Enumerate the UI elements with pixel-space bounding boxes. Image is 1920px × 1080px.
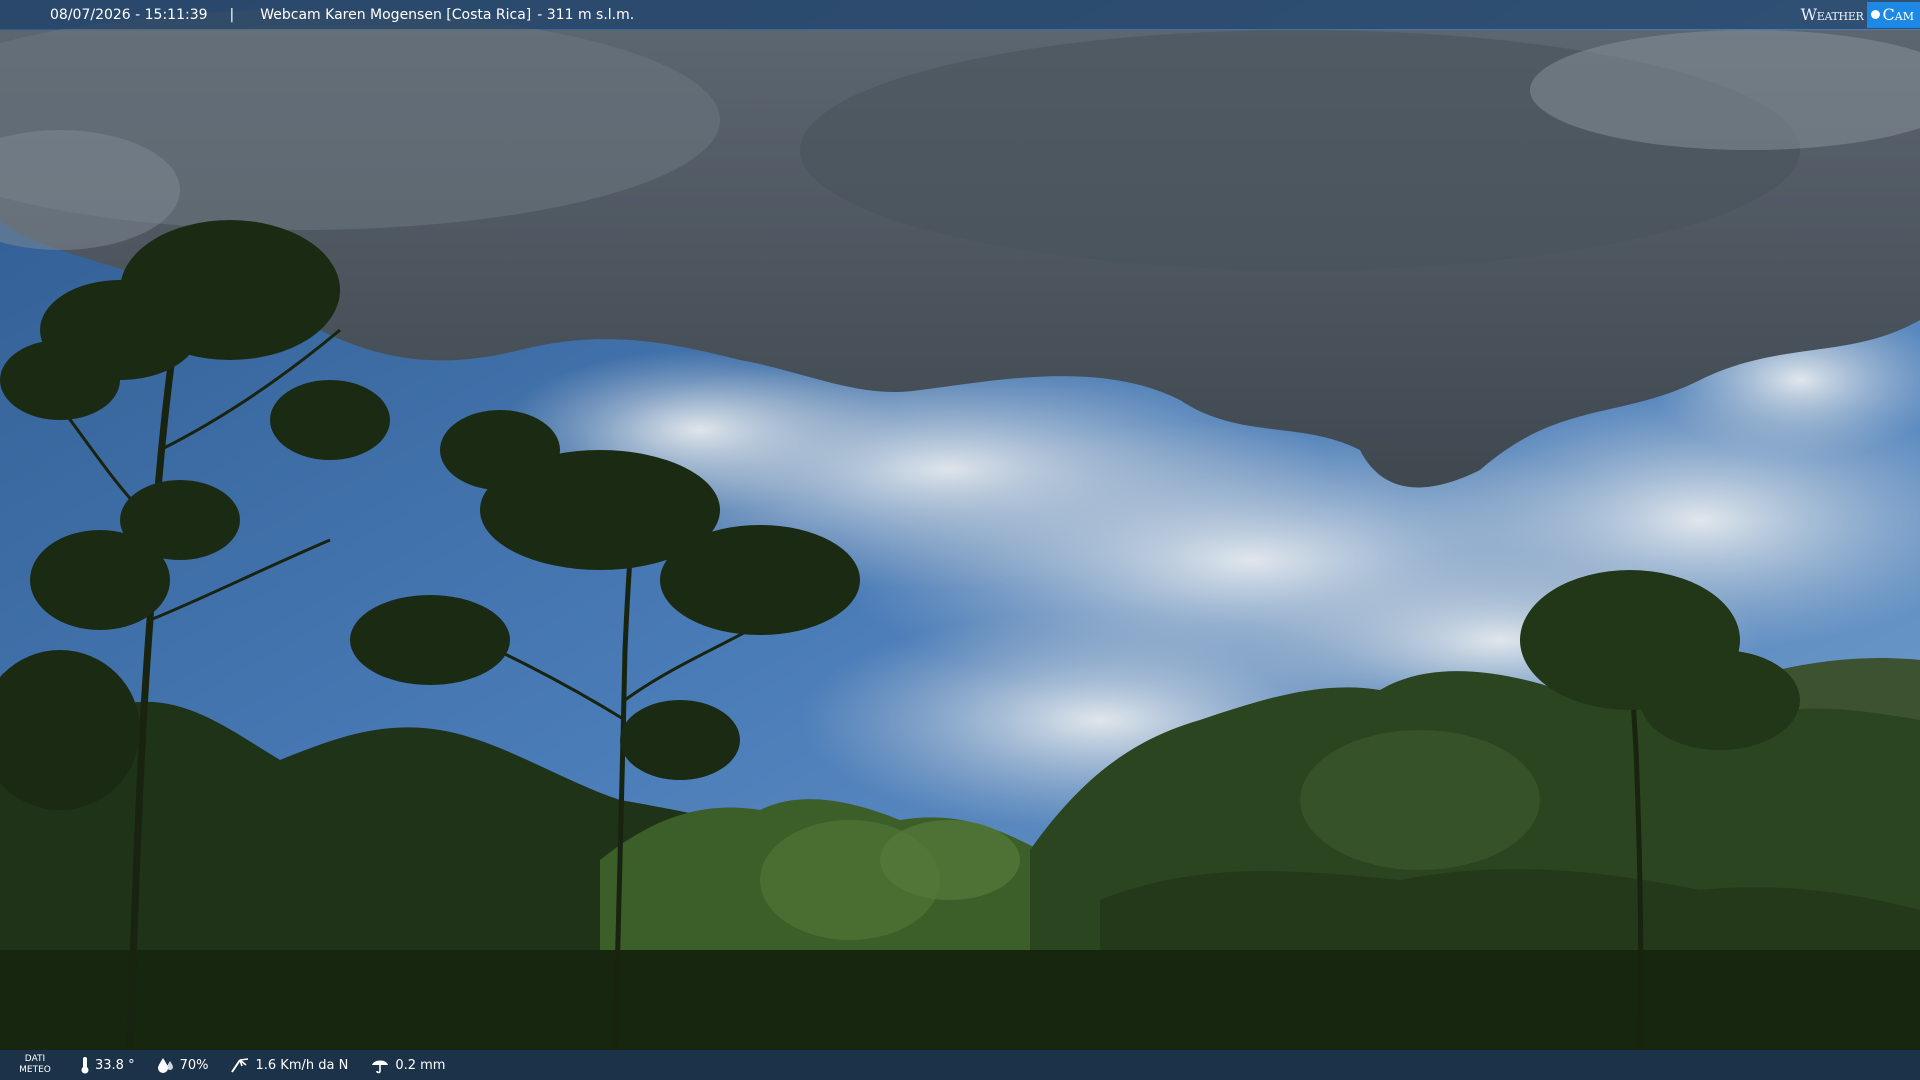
altitude: - 311 m s.l.m. — [537, 6, 635, 23]
logo-text-cam: Cam — [1882, 5, 1914, 24]
rain-reading: 0.2 mm — [370, 1056, 445, 1074]
webcam-location: Webcam Karen Mogensen [Costa Rica] — [260, 6, 532, 23]
temperature-value: 33.8 ° — [95, 1057, 135, 1073]
wind-icon — [231, 1058, 249, 1073]
wind-reading: 1.6 Km/h da N — [230, 1056, 348, 1074]
weather-data-bar: DATI METEO 33.8 ° 70% 1.6 Km/h da N 0.2 … — [0, 1050, 1920, 1080]
rain-icon — [372, 1060, 389, 1074]
meteo-label: METEO — [19, 1065, 51, 1075]
temperature-reading: 33.8 ° — [80, 1056, 135, 1074]
wind-value: 1.6 Km/h da N — [255, 1057, 349, 1073]
humidity-reading: 70% — [157, 1057, 209, 1073]
header-separator: | — [229, 6, 235, 23]
dati-meteo-label: DATI METEO — [0, 1054, 70, 1076]
humidity-value: 70% — [179, 1057, 209, 1073]
dati-label: DATI — [24, 1054, 46, 1064]
thermometer-icon — [81, 1057, 89, 1074]
rain-value: 0.2 mm — [395, 1057, 446, 1073]
timestamp: 08/07/2026 - 15:11:39 — [50, 6, 208, 23]
weathercam-logo: Weather Cam — [1801, 0, 1920, 29]
logo-cam-badge: Cam — [1866, 1, 1920, 28]
logo-text-weather: Weather — [1800, 5, 1864, 24]
header-bar: 08/07/2026 - 15:11:39 | Webcam Karen Mog… — [0, 0, 1920, 29]
logo-dot-icon — [1870, 10, 1880, 19]
webcam-image — [0, 0, 1920, 1080]
humidity-icon — [157, 1058, 173, 1073]
